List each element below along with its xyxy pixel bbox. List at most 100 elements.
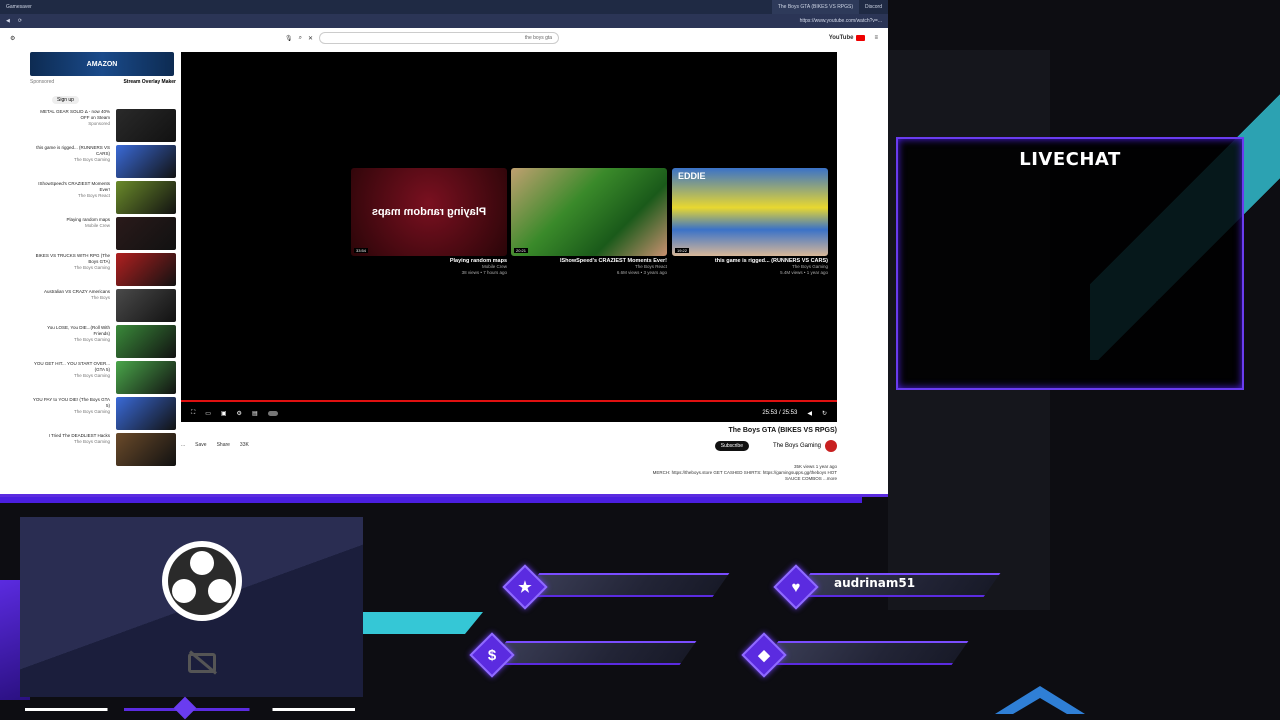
sidebar-video-item[interactable]: METAL GEAR SOLID Δ - now 40% OFF on Stea… <box>30 109 176 142</box>
like-button[interactable]: 33K <box>240 442 249 448</box>
channel-name[interactable]: The Boys Gaming <box>773 443 821 449</box>
mic-icon[interactable]: 🎙 <box>285 35 293 42</box>
tab-discord[interactable]: Discord <box>859 0 888 14</box>
menu-icon[interactable]: ⚙ <box>10 35 15 42</box>
sidebar-video-title[interactable]: YOU PAY to YOU DIE! (The Boys GTA 5) <box>30 397 110 409</box>
search-icon[interactable]: ⌕ <box>299 35 302 42</box>
sidebar-video-thumbnail[interactable] <box>116 325 176 358</box>
search-input[interactable]: the boys gta <box>319 32 560 44</box>
tab-video[interactable]: The Boys GTA (BIKES VS RPGS) <box>771 0 860 14</box>
sidebar-video-item[interactable]: Playing random maps Mobile Crew <box>30 217 176 250</box>
url-text[interactable]: https://www.youtube.com/watch?v=... <box>800 18 882 24</box>
video-description[interactable]: 35K views 1 year ago MERCH: https://theb… <box>637 464 837 482</box>
star-icon: ★ <box>518 579 532 596</box>
end-card[interactable]: EDDIE 19:22 this game is rigged... (RUNN… <box>672 168 828 276</box>
sidebar-video-thumbnail[interactable] <box>116 253 176 286</box>
sidebar-video-text: this game is rigged... (RUNNERS VS CARS)… <box>30 145 110 178</box>
progress-bar[interactable] <box>181 400 837 402</box>
sidebar-video-item[interactable]: BIKES VS TRUCKS WITH RPG (The Boys GTA) T… <box>30 253 176 286</box>
sidebar-video-channel: The Boys Gaming <box>73 409 110 414</box>
sidebar-video-title[interactable]: METAL GEAR SOLID Δ - now 40% OFF on Stea… <box>30 109 110 121</box>
video-info: The Boys GTA (BIKES VS RPGS) Subscribe T… <box>181 424 837 494</box>
sidebar-video-title[interactable]: IShowSpeed's CRAZIEST Moments Ever! <box>30 181 110 193</box>
theater-icon[interactable]: ▭ <box>205 410 211 417</box>
sidebar-video-item[interactable]: Australian VS CRAZY Americans The Boys <box>30 289 176 322</box>
sign-up-button[interactable]: Sign up <box>52 96 79 104</box>
sidebar-video-item[interactable]: I Tried The DEADLIEST Hacks The Boys Gami… <box>30 433 176 466</box>
related-list: METAL GEAR SOLID Δ - now 40% OFF on Stea… <box>30 109 176 466</box>
end-card[interactable]: 20:21 IShowSpeed's CRAZIEST Moments Ever… <box>511 168 667 276</box>
more-actions-button[interactable]: ... <box>181 442 185 448</box>
clear-icon[interactable]: ✕ <box>308 35 313 42</box>
url-bar[interactable]: ◀ ⟳ https://www.youtube.com/watch?v=... <box>0 14 888 28</box>
captions-icon[interactable]: ▤ <box>252 410 258 417</box>
video-player[interactable]: Playing random maps 33:54 Playing random… <box>181 52 837 422</box>
alert-bits: ◆ <box>741 632 969 678</box>
sidebar-video-thumbnail[interactable] <box>116 397 176 430</box>
share-button[interactable]: Share <box>217 442 230 448</box>
sidebar-video-thumbnail[interactable] <box>116 109 176 142</box>
sidebar-video-channel: The Boys Gaming <box>73 373 110 378</box>
sidebar-video-item[interactable]: IShowSpeed's CRAZIEST Moments Ever! The B… <box>30 181 176 214</box>
sidebar-video-channel: The Boys Gaming <box>73 265 110 270</box>
sidebar-video-channel: Mobile Crew <box>84 223 110 228</box>
subscribe-button[interactable]: Subscribe <box>714 441 749 451</box>
sidebar-video-thumbnail[interactable] <box>116 289 176 322</box>
sidebar-video-title[interactable]: this game is rigged... (RUNNERS VS CARS) <box>30 145 110 157</box>
volume-icon[interactable]: ◀ <box>807 410 812 417</box>
sidebar-video-channel: The Boys Gaming <box>73 439 110 444</box>
end-card-thumb[interactable]: EDDIE 19:22 <box>672 168 828 256</box>
channel-avatar[interactable] <box>825 440 837 452</box>
sidebar-video-thumbnail[interactable] <box>116 361 176 394</box>
end-card-thumb[interactable]: 20:21 <box>511 168 667 256</box>
youtube-header: ⚙ 🎙 ⌕ ✕ the boys gta YouTube ≡ <box>0 28 888 48</box>
ad-sponsor: Sponsored <box>30 79 55 85</box>
save-button[interactable]: Save <box>195 442 206 448</box>
hamburger-icon[interactable]: ≡ <box>874 35 878 41</box>
youtube-logo[interactable]: YouTube ≡ <box>829 35 878 41</box>
sidebar-video-text: METAL GEAR SOLID Δ - now 40% OFF on Stea… <box>30 109 110 142</box>
duration-badge: 19:22 <box>675 248 690 253</box>
sidebar-video-item[interactable]: You LOSE, You DIE...(Roll With Friends) T… <box>30 325 176 358</box>
alert-subscriber: ♥ audrinam51 <box>773 564 1001 610</box>
sidebar-video-item[interactable]: YOU PAY to YOU DIE! (The Boys GTA 5) The … <box>30 397 176 430</box>
description-text: MERCH: https://theboys.store GET CASHED … <box>652 470 837 481</box>
alert-bar-fill <box>761 641 969 665</box>
sidebar-video-title[interactable]: YOU GET HIT... YOU START OVER... (GTA 5) <box>30 361 110 373</box>
camera-bottom-diamond <box>173 696 197 720</box>
end-card-overlay-text: Playing random maps <box>371 206 487 218</box>
miniplayer-icon[interactable]: ▣ <box>221 410 227 417</box>
end-card[interactable]: Playing random maps 33:54 Playing random… <box>351 168 507 276</box>
search-bar[interactable]: 🎙 ⌕ ✕ the boys gta <box>285 32 560 44</box>
sidebar-video-title[interactable]: You LOSE, You DIE...(Roll With Friends) <box>30 325 110 337</box>
tab-gamesaver[interactable]: Gamesaver <box>0 0 38 14</box>
ad-title[interactable]: Stream Overlay Maker <box>123 79 176 85</box>
autoplay-toggle[interactable] <box>267 410 278 416</box>
sidebar-video-item[interactable]: this game is rigged... (RUNNERS VS CARS)… <box>30 145 176 178</box>
sidebar-video-item[interactable]: YOU GET HIT... YOU START OVER... (GTA 5)… <box>30 361 176 394</box>
sidebar-video-title[interactable]: BIKES VS TRUCKS WITH RPG (The Boys GTA) <box>30 253 110 265</box>
sidebar-video-thumbnail[interactable] <box>116 145 176 178</box>
sidebar-video-thumbnail[interactable] <box>116 181 176 214</box>
livechat-title: LIVECHAT <box>1019 149 1121 170</box>
related-sidebar: AMAZON Sponsored Stream Overlay Maker Si… <box>30 52 176 494</box>
alert-bar-fill <box>489 641 697 665</box>
tab-bar: Gamesaver The Boys GTA (BIKES VS RPGS) D… <box>0 0 888 14</box>
alert-donation: $ <box>469 632 697 678</box>
sidebar-video-thumbnail[interactable] <box>116 217 176 250</box>
sidebar-video-text: IShowSpeed's CRAZIEST Moments Ever! The B… <box>30 181 110 214</box>
sidebar-video-thumbnail[interactable] <box>116 433 176 466</box>
camera-panel <box>20 517 363 697</box>
end-card-thumb[interactable]: Playing random maps 33:54 <box>351 168 507 256</box>
youtube-play-icon <box>856 35 866 41</box>
fullscreen-icon[interactable]: ⛶ <box>191 410 195 417</box>
settings-icon[interactable]: ⚙ <box>237 410 242 417</box>
sidebar-video-text: I Tried The DEADLIEST Hacks The Boys Gami… <box>30 433 110 466</box>
replay-icon[interactable]: ↻ <box>822 410 827 417</box>
time-display: 25:53 / 25:53 <box>762 410 798 416</box>
sidebar-video-text: Playing random maps Mobile Crew <box>30 217 110 250</box>
refresh-icon[interactable]: ⟳ <box>18 18 22 24</box>
browser-bottom-glow <box>0 497 862 503</box>
back-icon[interactable]: ◀ <box>6 18 10 24</box>
ad-banner[interactable]: AMAZON <box>30 52 174 76</box>
